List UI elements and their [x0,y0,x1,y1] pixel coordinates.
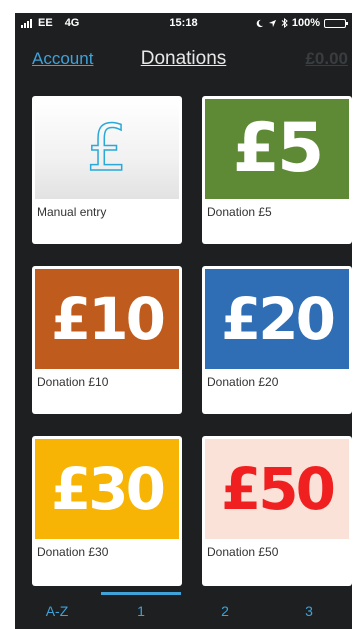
donation-10-tile[interactable]: £10 Donation £10 [32,266,182,414]
tab-1[interactable]: 1 [99,603,183,619]
tab-3[interactable]: 3 [267,603,351,619]
tile-label: Donation £10 [37,375,109,389]
tile-label: Manual entry [37,205,107,219]
pound-sign-icon: £ [86,112,128,186]
donation-50-tile[interactable]: £50 Donation £50 [202,436,352,586]
manual-entry-image: £ [35,99,179,199]
tile-amount: £30 [50,455,166,523]
donation-50-image: £50 [205,439,349,539]
tile-amount: £10 [50,285,166,353]
donation-20-image: £20 [205,269,349,369]
tile-label: Donation £5 [207,205,272,219]
tab-2[interactable]: 2 [183,603,267,619]
tab-bar: A-Z 1 2 3 [15,592,352,629]
donation-20-tile[interactable]: £20 Donation £20 [202,266,352,414]
tile-label: Donation £50 [207,545,279,559]
donation-30-tile[interactable]: £30 Donation £30 [32,436,182,586]
donation-5-tile[interactable]: £5 Donation £5 [202,96,352,244]
app-screen: EE 4G 15:18 100% Account Donations £0.00 [15,13,352,629]
manual-entry-tile[interactable]: £ Manual entry [32,96,182,244]
tab-a-z[interactable]: A-Z [15,603,99,619]
tile-amount: £50 [220,455,336,523]
donation-10-image: £10 [35,269,179,369]
tile-label: Donation £20 [207,375,279,389]
tile-amount: £20 [220,285,336,353]
donation-grid: £ Manual entry £5 Donation £5 £10 Donati… [15,13,352,593]
tile-amount: £5 [232,109,325,188]
active-tab-indicator [101,592,181,595]
donation-5-image: £5 [205,99,349,199]
donation-30-image: £30 [35,439,179,539]
tile-label: Donation £30 [37,545,109,559]
